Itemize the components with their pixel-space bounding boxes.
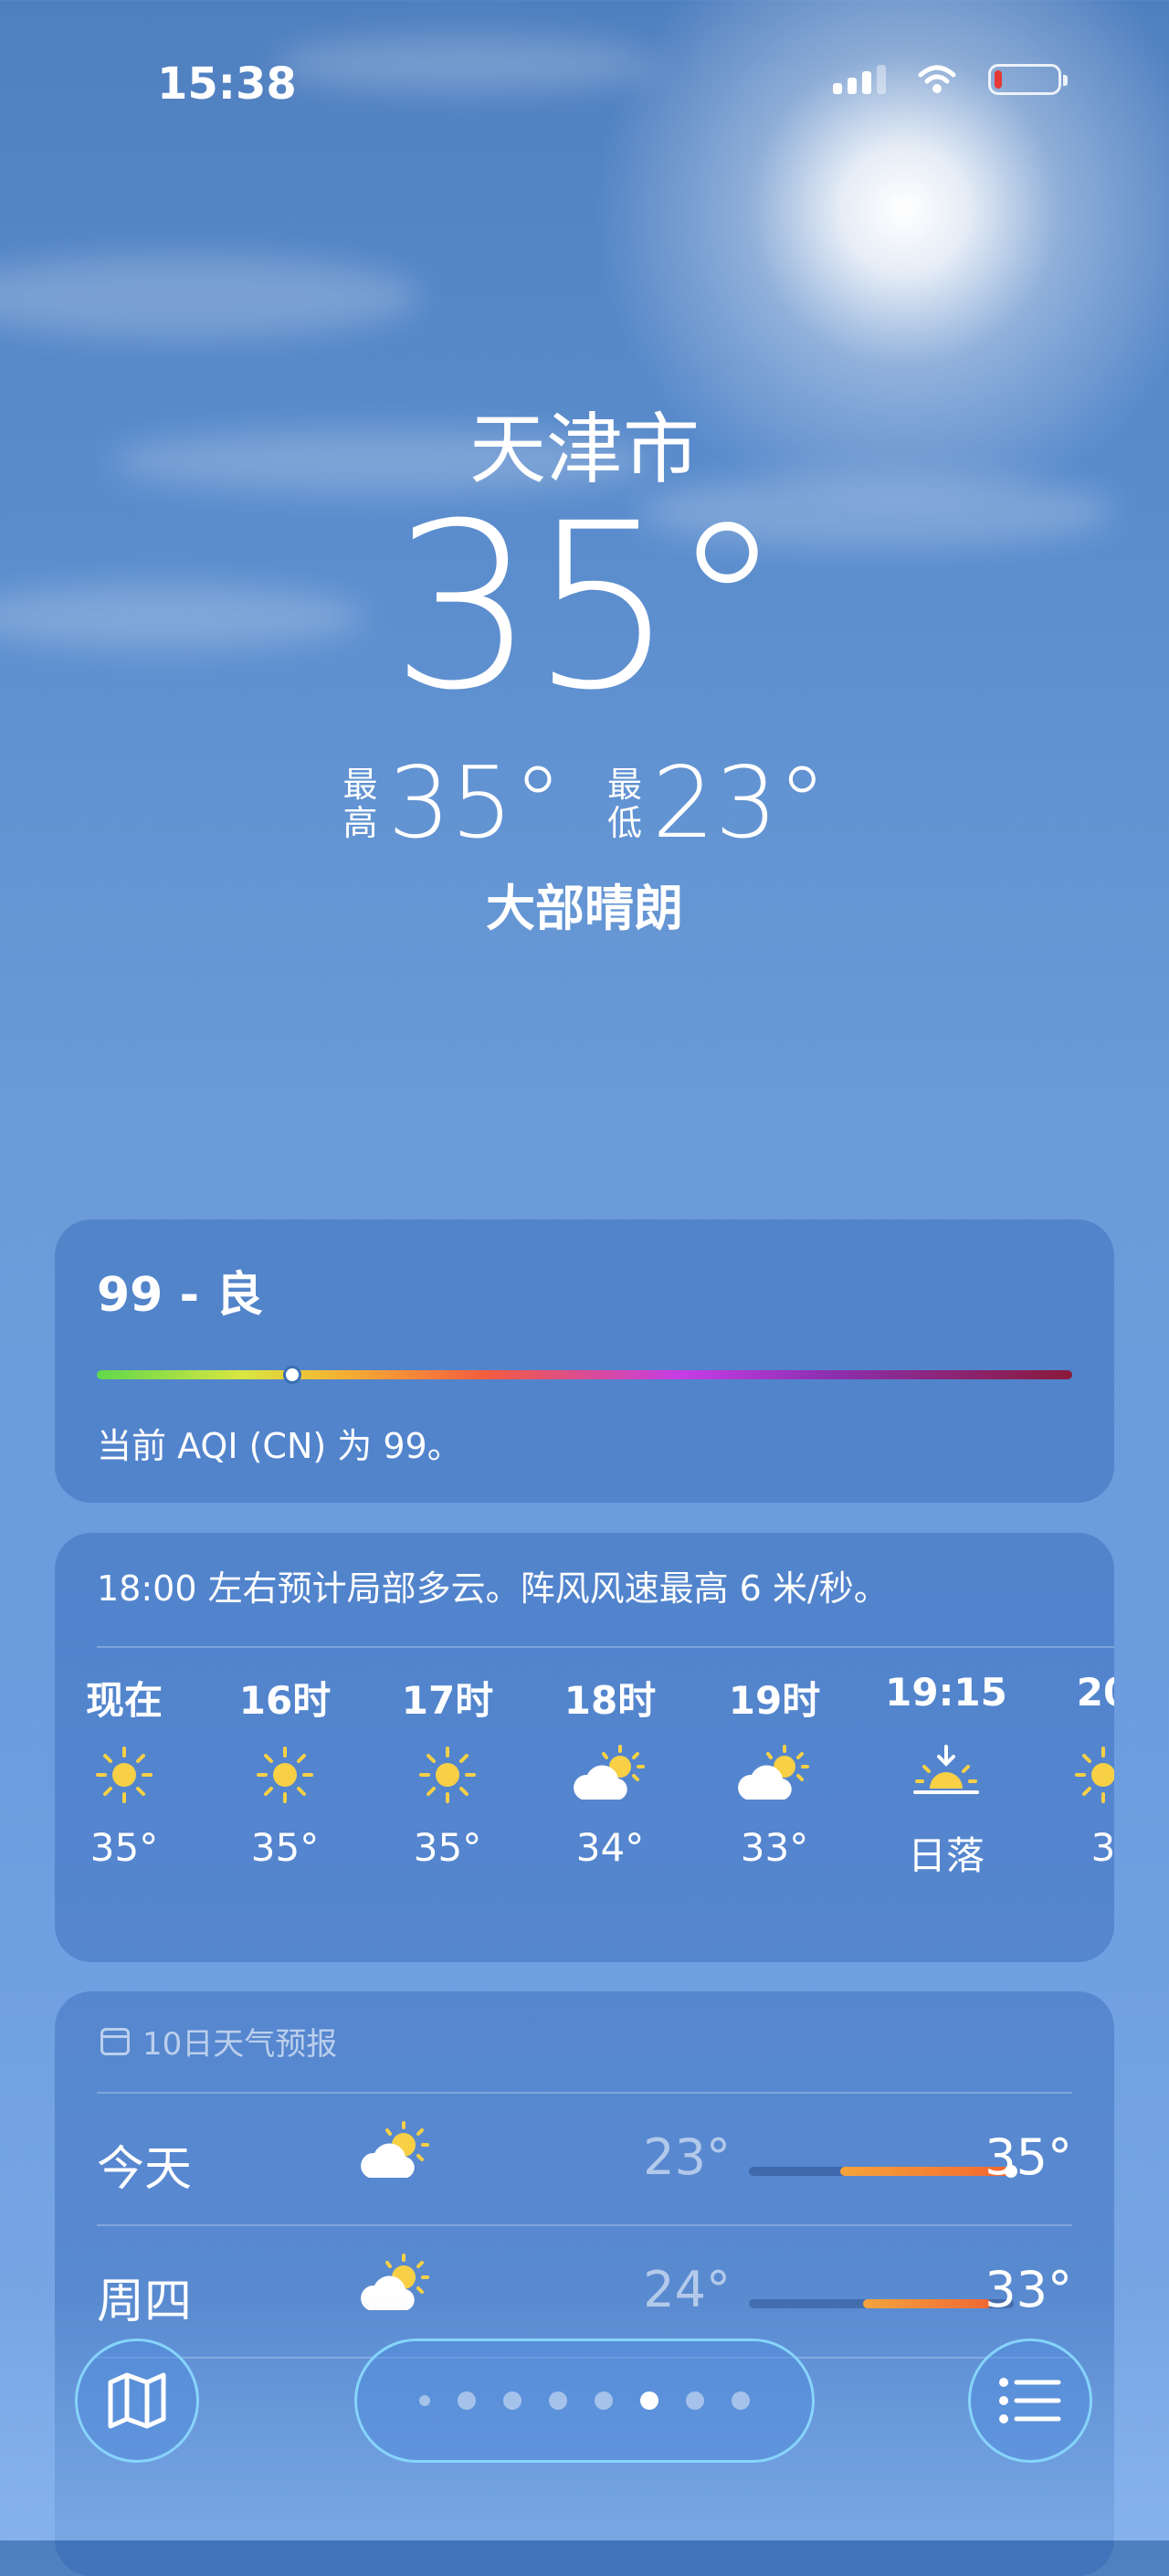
page-dot-active: [640, 2391, 658, 2410]
low-temp: 最 低 23°: [606, 755, 827, 853]
divider: [97, 1646, 1114, 1648]
forecast-day: 今天: [97, 2142, 193, 2197]
hourly-item: 17时 35°: [384, 1670, 511, 1870]
hour-label: 19:15: [885, 1670, 1007, 1715]
list-icon: [999, 2378, 1061, 2423]
page-indicator[interactable]: [354, 2338, 815, 2463]
partly-cloudy-icon: [356, 2117, 438, 2194]
hour-temperature: 3: [1090, 1825, 1114, 1870]
sun-icon: [221, 1725, 349, 1825]
hour-label: 现在: [85, 1678, 163, 1723]
aqi-card[interactable]: 99 - 良 当前 AQI (CN) 为 99。: [55, 1219, 1114, 1503]
hour-temperature: 日落: [907, 1833, 985, 1878]
forecast-high: 35°: [985, 2128, 1072, 2186]
hour-temperature: 33°: [740, 1825, 809, 1870]
hour-temperature: 35°: [90, 1825, 159, 1870]
sun-icon: [384, 1725, 511, 1825]
weather-condition: 大部晴朗: [486, 880, 683, 937]
forecast-low: 23°: [643, 2128, 731, 2186]
battery-icon: [988, 64, 1068, 95]
page-dot: [549, 2391, 567, 2410]
wifi-icon: [918, 65, 956, 93]
aqi-indicator: [282, 1366, 301, 1384]
hourly-forecast-card[interactable]: 18:00 左右预计局部多云。阵风风速最高 6 米/秒。 现在 35° 16时 35°…: [55, 1533, 1114, 1962]
forecast-header: 10日天气预报: [100, 2019, 337, 2064]
battery-level: [995, 70, 1002, 89]
page-dot: [595, 2391, 613, 2410]
hour-label: 16时: [238, 1678, 332, 1723]
low-label: 最 低: [606, 765, 642, 843]
high-low-temps: 最 高 35° 最 低 23°: [0, 755, 1169, 853]
hour-label: 20: [1076, 1670, 1114, 1715]
hour-label: 17时: [401, 1678, 494, 1723]
page-dot: [686, 2391, 704, 2410]
hour-temperature: 34°: [575, 1825, 645, 1870]
hour-temperature: 35°: [413, 1825, 482, 1870]
high-label: 最 高: [342, 765, 378, 843]
hourly-item: 现在 35°: [60, 1670, 188, 1870]
hour-label: 18时: [563, 1678, 657, 1723]
temperature-range-bar: [749, 2165, 1017, 2178]
map-icon: [108, 2372, 166, 2429]
cellular-signal-icon: [833, 65, 886, 94]
status-icons: [833, 64, 1068, 95]
hourly-item: 19时 33°: [711, 1670, 838, 1870]
partly-cloudy-icon: [711, 1725, 838, 1825]
hourly-summary: 18:00 左右预计局部多云。阵风风速最高 6 米/秒。: [97, 1568, 889, 1609]
forecast-header-label: 10日天气预报: [142, 2026, 338, 2063]
page-dot: [419, 2395, 430, 2406]
hour-label: 19时: [728, 1678, 821, 1723]
page-dot: [732, 2391, 750, 2410]
hourly-item: 16时 35°: [221, 1670, 349, 1870]
forecast-row[interactable]: 今天 23° 35°: [55, 2094, 1114, 2222]
calendar-icon: [100, 2027, 130, 2055]
hourly-item: 20 3: [1039, 1670, 1114, 1870]
low-value: 23°: [652, 746, 827, 860]
current-temperature: 35°: [390, 474, 784, 740]
city-list-button[interactable]: [968, 2338, 1092, 2463]
aqi-value: 99 - 良: [97, 1268, 264, 1323]
hourly-item: 18时 34°: [546, 1670, 674, 1870]
high-value: 35°: [387, 746, 563, 860]
aqi-scale-bar: [97, 1366, 1072, 1384]
hourly-item: 19:15 日落: [882, 1670, 1010, 1881]
status-time: 15:38: [157, 58, 297, 110]
hour-temperature: 35°: [250, 1825, 320, 1870]
sunset-icon: [882, 1725, 1010, 1825]
aqi-description: 当前 AQI (CN) 为 99。: [97, 1426, 462, 1466]
map-button[interactable]: [75, 2338, 199, 2463]
sun-icon: [1039, 1725, 1114, 1825]
page-dot: [503, 2391, 521, 2410]
partly-cloudy-icon: [546, 1725, 674, 1825]
sun-icon: [60, 1725, 188, 1825]
page-dot: [458, 2391, 476, 2410]
high-temp: 最 高 35°: [342, 755, 563, 853]
cloud-wisp: [274, 37, 658, 91]
